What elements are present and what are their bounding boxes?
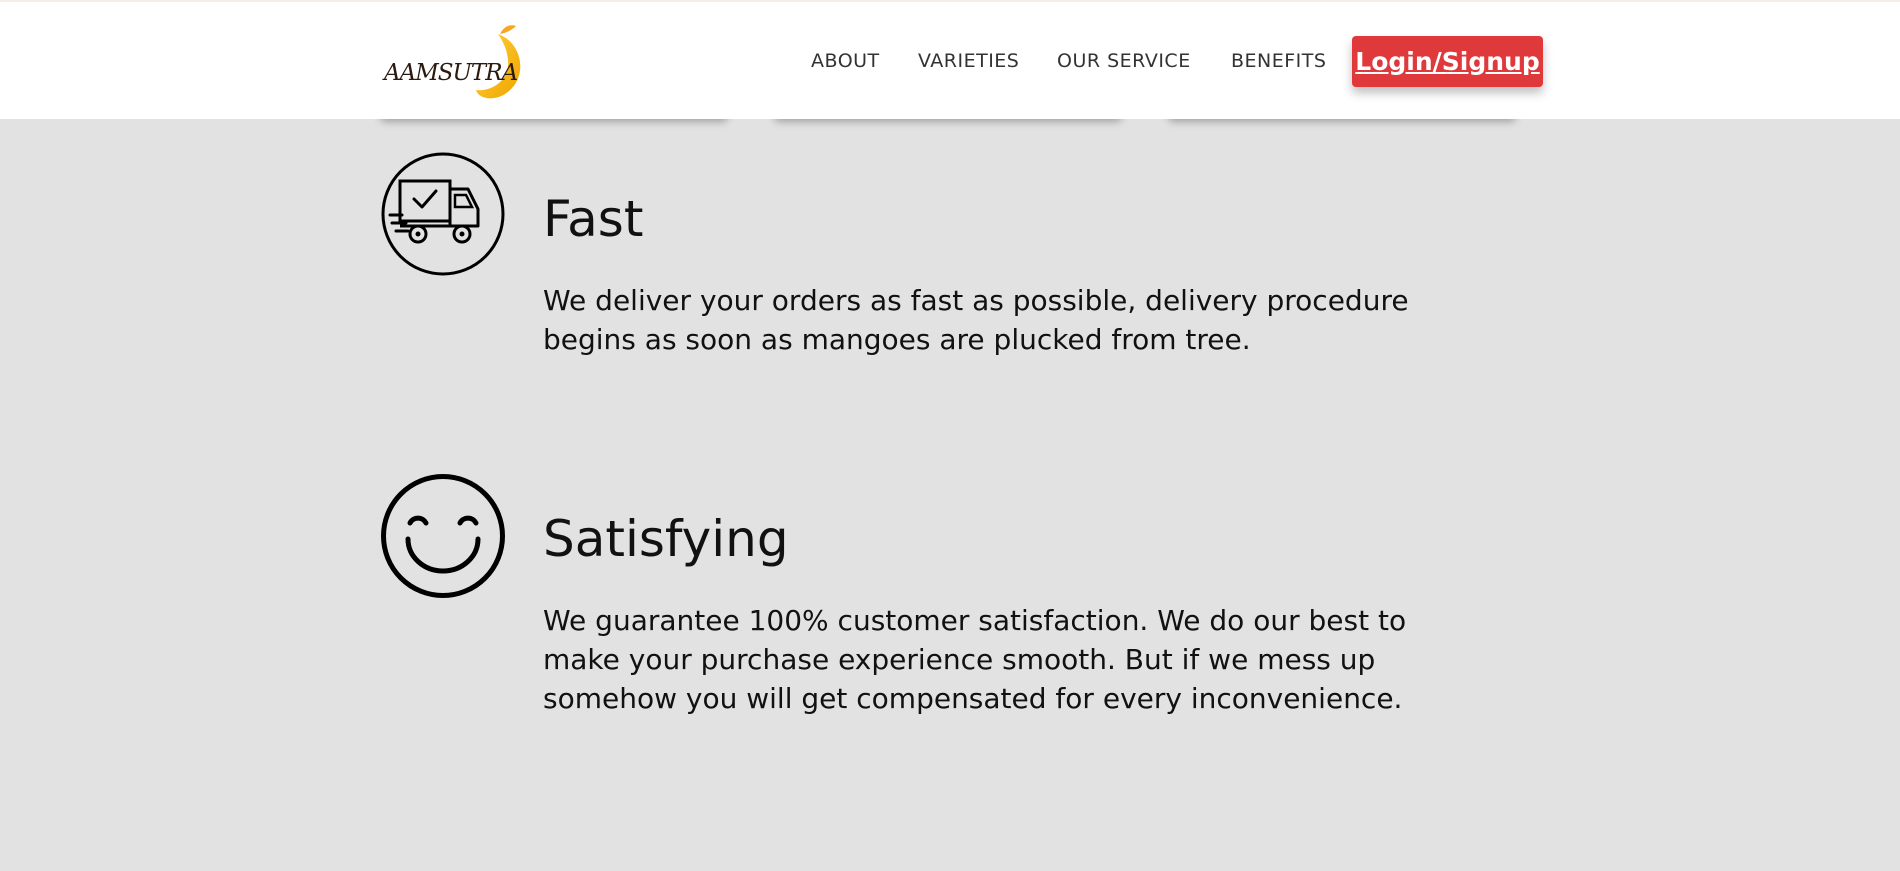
delivery-truck-icon bbox=[381, 152, 505, 276]
feature-description-satisfying: We guarantee 100% customer satisfaction.… bbox=[543, 604, 1407, 715]
nav-benefits[interactable]: BENEFITS bbox=[1231, 50, 1326, 72]
login-signup-button[interactable]: Login/Signup bbox=[1352, 36, 1543, 87]
feature-title-fast: Fast bbox=[543, 190, 644, 248]
nav-our-service[interactable]: OUR SERVICE bbox=[1057, 50, 1191, 72]
feature-title-satisfying: Satisfying bbox=[543, 510, 789, 568]
aamsutra-logo[interactable]: AAMSUTRA bbox=[380, 22, 530, 102]
nav-about[interactable]: ABOUT bbox=[811, 50, 880, 72]
nav-varieties[interactable]: VARIETIES bbox=[918, 50, 1019, 72]
feature-description-fast: We deliver your orders as fast as possib… bbox=[543, 284, 1409, 356]
logo-text: AAMSUTRA bbox=[384, 60, 518, 86]
smiley-face-icon bbox=[381, 474, 505, 598]
site-header: AAMSUTRA ABOUT VARIETIES OUR SERVICE BEN… bbox=[0, 0, 1900, 119]
page: AAMSUTRA ABOUT VARIETIES OUR SERVICE BEN… bbox=[0, 0, 1900, 871]
